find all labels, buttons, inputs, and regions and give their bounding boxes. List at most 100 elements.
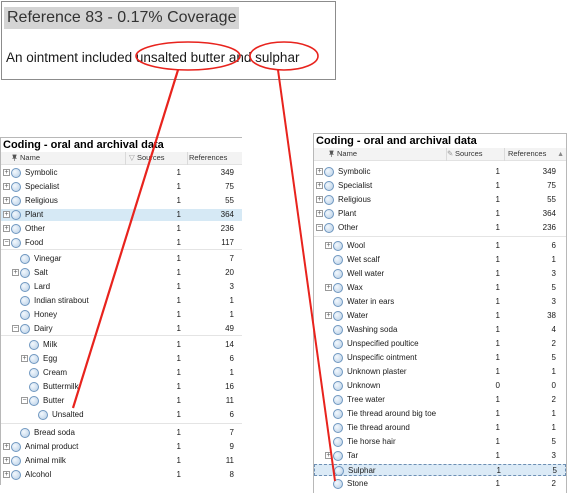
tree-row[interactable]: Unknown 0 0	[314, 380, 566, 392]
expand-toggle-icon[interactable]: +	[325, 312, 332, 319]
expand-toggle-icon[interactable]: +	[3, 225, 10, 232]
sources-count: 1	[176, 182, 181, 191]
sources-count: 1	[176, 310, 181, 319]
tree-row[interactable]: Honey 1 1	[1, 309, 242, 321]
expand-toggle-icon[interactable]: +	[3, 457, 10, 464]
tree-row[interactable]: + Other 1 236	[1, 223, 242, 235]
tree-row[interactable]: + Plant 1 364	[1, 209, 242, 221]
tree-row[interactable]: Stone 1 2	[314, 478, 566, 490]
references-column-header[interactable]: References	[189, 153, 227, 163]
expand-toggle-icon[interactable]: +	[3, 183, 10, 190]
sources-count: 1	[176, 268, 181, 277]
tree-row[interactable]: + Tar 1 3	[314, 450, 566, 462]
sources-column-header[interactable]: Sources	[137, 153, 165, 163]
node-name: Wool	[347, 241, 366, 250]
tree-row[interactable]: Bread soda 1 7	[1, 427, 242, 439]
node-circle-icon	[20, 324, 30, 334]
references-column-header[interactable]: References	[508, 149, 546, 159]
tree-row[interactable]: Unknown plaster 1 1	[314, 366, 566, 378]
tree-row[interactable]: + Animal milk 1 11	[1, 455, 242, 467]
references-count: 7	[229, 428, 234, 437]
expand-toggle-icon[interactable]: −	[12, 325, 19, 332]
tree-row[interactable]: + Salt 1 20	[1, 267, 242, 279]
expand-toggle-icon[interactable]: +	[21, 355, 28, 362]
tree-row[interactable]: Well water 1 3	[314, 268, 566, 280]
tree-row[interactable]: + Animal product 1 9	[1, 441, 242, 453]
node-name: Vinegar	[34, 254, 62, 263]
node-name: Tie thread around	[347, 423, 410, 432]
sources-count: 1	[495, 269, 500, 278]
expand-toggle-icon[interactable]: −	[21, 397, 28, 404]
tree-row[interactable]: Unspecific ointment 1 5	[314, 352, 566, 364]
references-count: 4	[551, 325, 556, 334]
name-column-header[interactable]: Name	[11, 153, 40, 163]
expand-toggle-icon[interactable]: +	[325, 452, 332, 459]
tree-row[interactable]: Tie thread around big toe 1 1	[314, 408, 566, 420]
sources-count: 1	[176, 442, 181, 451]
tree-row[interactable]: + Egg 1 6	[1, 353, 242, 365]
expand-toggle-icon[interactable]: −	[316, 224, 323, 231]
tree-row[interactable]: + Symbolic 1 349	[1, 167, 242, 179]
references-count: 364	[220, 210, 234, 219]
expand-toggle-icon[interactable]: +	[325, 242, 332, 249]
expand-toggle-icon[interactable]: +	[325, 284, 332, 291]
node-name: Sulphar	[348, 466, 376, 475]
expand-toggle-icon[interactable]: +	[316, 182, 323, 189]
tree-row[interactable]: Milk 1 14	[1, 339, 242, 351]
tree-row[interactable]: Washing soda 1 4	[314, 324, 566, 336]
node-circle-icon	[29, 354, 39, 364]
name-column-header[interactable]: Name	[328, 149, 357, 159]
tree-row[interactable]: − Butter 1 11	[1, 395, 242, 407]
expand-toggle-icon[interactable]: +	[316, 196, 323, 203]
expand-toggle-icon[interactable]: +	[3, 211, 10, 218]
tree-row[interactable]: Tie horse hair 1 5	[314, 436, 566, 448]
tree-row[interactable]: + Water 1 38	[314, 310, 566, 322]
tree-row[interactable]: Buttermilk 1 16	[1, 381, 242, 393]
tree-row[interactable]: Wet scalf 1 1	[314, 254, 566, 266]
tree-row[interactable]: Vinegar 1 7	[1, 253, 242, 265]
tree-row[interactable]: Unsalted 1 6	[1, 409, 242, 421]
expand-toggle-icon[interactable]: +	[3, 443, 10, 450]
tree-row[interactable]: + Wool 1 6	[314, 240, 566, 252]
node-circle-icon	[324, 209, 334, 219]
tree-row[interactable]: Cream 1 1	[1, 367, 242, 379]
references-count: 2	[551, 479, 556, 488]
tree-row[interactable]: − Dairy 1 49	[1, 323, 242, 335]
tree-row[interactable]: Unspecified poultice 1 2	[314, 338, 566, 350]
column-header: Name ▽ Sources References	[1, 152, 242, 165]
expand-toggle-icon[interactable]: +	[316, 168, 323, 175]
tree-row[interactable]: Tree water 1 2	[314, 394, 566, 406]
expand-toggle-icon[interactable]: +	[3, 169, 10, 176]
expand-toggle-icon[interactable]: −	[3, 239, 10, 246]
expand-toggle-icon[interactable]: +	[3, 197, 10, 204]
tree-row[interactable]: Lard 1 3	[1, 281, 242, 293]
tree-row[interactable]: + Plant 1 364	[314, 208, 566, 220]
scroll-up-icon[interactable]: ▲	[557, 150, 564, 160]
references-count: 0	[551, 381, 556, 390]
tree-row[interactable]: − Other 1 236	[314, 222, 566, 234]
tree-row[interactable]: + Specialist 1 75	[1, 181, 242, 193]
tree-row[interactable]: + Alcohol 1 8	[1, 469, 242, 481]
expand-toggle-icon[interactable]: +	[316, 210, 323, 217]
reference-text[interactable]: An ointment included unsalted butter and…	[6, 50, 299, 65]
sources-column-header[interactable]: Sources	[455, 149, 483, 159]
node-circle-icon	[29, 368, 39, 378]
node-name: Wet scalf	[347, 255, 380, 264]
node-circle-icon	[20, 282, 30, 292]
tree-row[interactable]: Tie thread around 1 1	[314, 422, 566, 434]
tree-row[interactable]: − Food 1 117	[1, 237, 242, 249]
tree-row[interactable]: + Wax 1 5	[314, 282, 566, 294]
expand-toggle-icon[interactable]: +	[3, 471, 10, 478]
tree-row[interactable]: Water in ears 1 3	[314, 296, 566, 308]
tree-row[interactable]: + Symbolic 1 349	[314, 166, 566, 178]
references-count: 3	[551, 269, 556, 278]
tree-row[interactable]: + Religious 1 55	[314, 194, 566, 206]
node-circle-icon	[20, 254, 30, 264]
tree-row[interactable]: + Specialist 1 75	[314, 180, 566, 192]
tree-row[interactable]: Indian stirabout 1 1	[1, 295, 242, 307]
expand-toggle-icon[interactable]: +	[12, 269, 19, 276]
tree-row[interactable]: + Religious 1 55	[1, 195, 242, 207]
tree-row[interactable]: Sulphar 1 5	[314, 464, 566, 476]
sources-count: 1	[495, 451, 500, 460]
node-circle-icon	[333, 479, 343, 489]
